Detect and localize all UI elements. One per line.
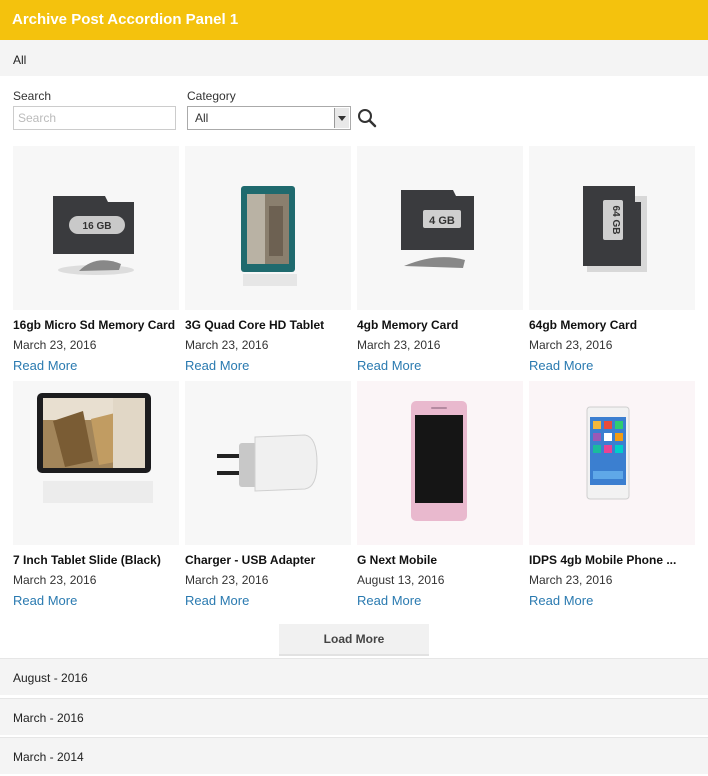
product-date: March 23, 2016: [529, 338, 613, 352]
search-label: Search: [13, 89, 52, 103]
micro-sd-card-icon: 16 GB: [53, 196, 134, 275]
product-image[interactable]: [529, 381, 695, 545]
tablet-icon: [241, 186, 297, 286]
product-card: 7 Inch Tablet Slide (Black) March 23, 20…: [13, 381, 179, 611]
product-title[interactable]: 16gb Micro Sd Memory Card: [13, 318, 175, 332]
card-capacity-label: 64 GB: [610, 206, 621, 235]
category-selected-value: All: [195, 111, 209, 125]
chevron-down-icon[interactable]: [334, 108, 349, 128]
accordion-item-label: August - 2016: [13, 671, 88, 685]
product-title[interactable]: 64gb Memory Card: [529, 318, 637, 332]
product-title[interactable]: 7 Inch Tablet Slide (Black): [13, 553, 161, 567]
category-label: Category: [187, 89, 236, 103]
product-date: March 23, 2016: [185, 573, 269, 587]
filter-tab-all[interactable]: All: [0, 40, 708, 76]
product-title[interactable]: 3G Quad Core HD Tablet: [185, 318, 324, 332]
read-more-link[interactable]: Read More: [529, 358, 593, 373]
mobile-phone-icon: [411, 401, 467, 521]
load-more-button[interactable]: Load More: [279, 624, 429, 656]
category-select[interactable]: All: [187, 106, 351, 130]
product-image[interactable]: [357, 381, 523, 545]
usb-charger-icon: [217, 434, 318, 492]
read-more-link[interactable]: Read More: [185, 358, 249, 373]
product-date: March 23, 2016: [13, 338, 97, 352]
read-more-link[interactable]: Read More: [13, 593, 77, 608]
accordion-item-label: March - 2016: [13, 711, 84, 725]
product-title[interactable]: IDPS 4gb Mobile Phone ...: [529, 553, 676, 567]
product-title[interactable]: 4gb Memory Card: [357, 318, 458, 332]
product-card: 16 GB 16gb Micro Sd Memory Card March 23…: [13, 146, 179, 376]
mobile-phone-icon: [586, 406, 630, 500]
product-date: March 23, 2016: [529, 573, 613, 587]
product-card: IDPS 4gb Mobile Phone ... March 23, 2016…: [529, 381, 695, 611]
panel-title: Archive Post Accordion Panel 1: [12, 11, 239, 28]
product-card: 3G Quad Core HD Tablet March 23, 2016 Re…: [185, 146, 351, 376]
product-title[interactable]: Charger - USB Adapter: [185, 553, 315, 567]
product-date: March 23, 2016: [13, 573, 97, 587]
filter-tab-label: All: [13, 53, 27, 67]
product-date: March 23, 2016: [185, 338, 269, 352]
search-input[interactable]: [13, 106, 176, 130]
product-card: 64 GB 64gb Memory Card March 23, 2016 Re…: [529, 146, 695, 376]
read-more-link[interactable]: Read More: [529, 593, 593, 608]
product-image[interactable]: [13, 381, 179, 545]
product-image[interactable]: [185, 381, 351, 545]
accordion-item-label: March - 2014: [13, 750, 84, 764]
card-capacity-label: 16 GB: [83, 221, 112, 232]
product-card: 4 GB 4gb Memory Card March 23, 2016 Read…: [357, 146, 523, 376]
card-capacity-label: 4 GB: [429, 215, 455, 227]
read-more-link[interactable]: Read More: [13, 358, 77, 373]
product-image[interactable]: 4 GB: [357, 146, 523, 310]
product-image[interactable]: 64 GB: [529, 146, 695, 310]
product-date: August 13, 2016: [357, 573, 445, 587]
panel-header[interactable]: Archive Post Accordion Panel 1: [0, 0, 708, 40]
search-icon[interactable]: [357, 108, 377, 128]
accordion-item[interactable]: March - 2014: [0, 737, 708, 774]
accordion-item[interactable]: August - 2016: [0, 658, 708, 695]
micro-sd-card-icon: 4 GB: [401, 190, 474, 268]
product-date: March 23, 2016: [357, 338, 441, 352]
accordion-item[interactable]: March - 2016: [0, 698, 708, 735]
product-image[interactable]: 16 GB: [13, 146, 179, 310]
filter-row: Search Category All: [0, 76, 708, 146]
read-more-link[interactable]: Read More: [357, 593, 421, 608]
product-grid: 16 GB 16gb Micro Sd Memory Card March 23…: [0, 146, 708, 616]
read-more-link[interactable]: Read More: [185, 593, 249, 608]
micro-sd-card-icon: 64 GB: [583, 186, 647, 272]
tablet-icon: [37, 393, 153, 503]
product-card: Charger - USB Adapter March 23, 2016 Rea…: [185, 381, 351, 611]
read-more-link[interactable]: Read More: [357, 358, 421, 373]
product-title[interactable]: G Next Mobile: [357, 553, 437, 567]
product-card: G Next Mobile August 13, 2016 Read More: [357, 381, 523, 611]
product-image[interactable]: [185, 146, 351, 310]
